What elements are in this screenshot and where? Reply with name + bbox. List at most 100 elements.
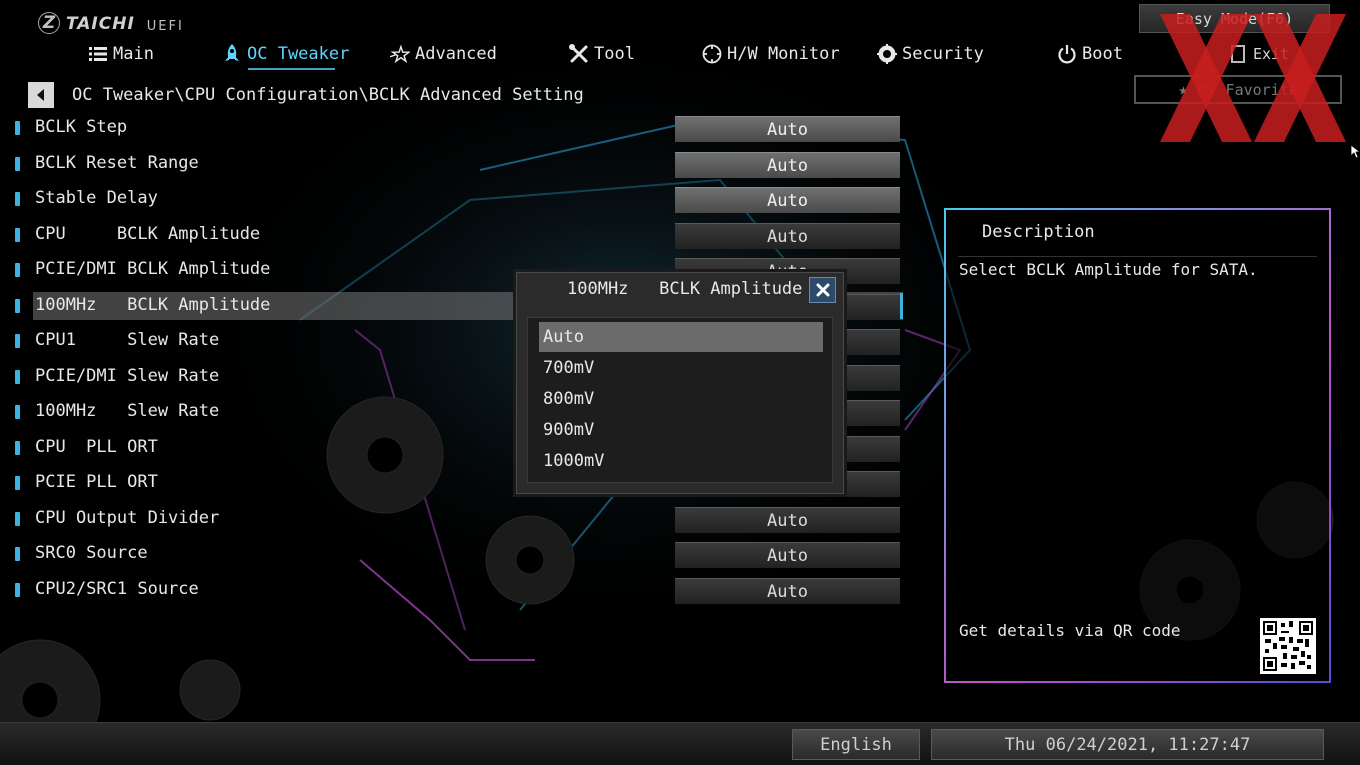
setting-value[interactable]: Auto [675,542,900,568]
exit-door-icon [1230,45,1245,63]
popup-option-900mv[interactable]: 900mV [539,415,823,445]
qr-code-icon [1263,621,1313,671]
setting-label: 100MHz Slew Rate [35,401,220,421]
row-bullet-icon [15,441,20,455]
monitor-icon [702,44,722,64]
datetime-display: Thu 06/24/2021, 11:27:47 [931,729,1324,760]
exit-button[interactable]: Exit [1190,40,1330,68]
popup-title: 100MHz BCLK Amplitude [567,279,803,299]
brand-logo: Z TAICHI UEFI [38,10,184,34]
tab-tool[interactable]: Tool [569,40,635,68]
row-bullet-icon [15,121,20,135]
tab-main-label: Main [113,44,154,64]
setting-value[interactable]: Auto [675,507,900,533]
row-bullet-icon [15,476,20,490]
setting-label: CPU Output Divider [35,508,220,528]
popup-close-button[interactable] [809,277,836,303]
status-bar: English Thu 06/24/2021, 11:27:47 [0,722,1360,765]
row-bullet-icon [15,299,20,313]
tab-advanced-label: Advanced [415,44,497,64]
tab-hw-monitor[interactable]: H/W Monitor [702,40,840,68]
row-bullet-icon [15,192,20,206]
tab-oc-tweaker[interactable]: OC Tweaker [222,40,350,70]
setting-label: 100MHz BCLK Amplitude [35,295,271,315]
brand-name: TAICHI [66,14,135,34]
popup-option-700mv[interactable]: 700mV [539,353,823,383]
tab-hw-monitor-label: H/W Monitor [727,44,840,64]
setting-value[interactable]: Auto [675,223,900,249]
tab-main[interactable]: Main [88,40,154,68]
setting-label: BCLK Step [35,117,128,137]
description-title: Description [982,222,1095,242]
setting-row-stable-delay[interactable]: Stable Delay Auto [0,184,905,214]
setting-label: PCIE/DMI Slew Rate [35,366,220,386]
setting-value[interactable]: Auto [675,578,900,604]
rocket-icon [222,44,242,64]
row-bullet-icon [15,512,20,526]
setting-label: PCIE/DMI BCLK Amplitude [35,259,271,279]
popup-option-1000mv[interactable]: 1000mV [539,446,823,476]
description-divider [958,256,1317,257]
qr-code [1260,618,1316,674]
brand-suffix: UEFI [146,19,184,34]
setting-label: CPU1 Slew Rate [35,330,220,350]
setting-row-bclk-reset-range[interactable]: BCLK Reset Range Auto [0,149,905,179]
back-button[interactable] [28,82,54,108]
setting-label: CPU PLL ORT [35,437,158,457]
setting-label: CPU BCLK Amplitude [35,224,261,244]
shield-icon [877,44,897,64]
close-icon [816,283,829,297]
mouse-cursor-icon [1351,145,1360,159]
tools-icon [569,44,589,64]
selection-indicator [900,293,903,319]
row-bullet-icon [15,370,20,384]
row-bullet-icon [15,228,20,242]
power-icon [1057,44,1077,64]
row-bullet-icon [15,405,20,419]
qr-code-caption: Get details via QR code [959,621,1181,640]
tab-tool-label: Tool [594,44,635,64]
active-tab-underline [248,68,336,70]
description-text: Select BCLK Amplitude for SATA. [959,260,1258,279]
setting-value[interactable]: Auto [675,116,900,142]
row-bullet-icon [15,583,20,597]
setting-label: Stable Delay [35,188,158,208]
row-bullet-icon [15,263,20,277]
setting-label: CPU2/SRC1 Source [35,579,199,599]
tab-boot[interactable]: Boot [1057,40,1123,68]
back-arrow-icon [37,89,44,101]
description-panel: Description Select BCLK Amplitude for SA… [944,208,1331,683]
setting-row-src0-source[interactable]: SRC0 Source Auto [0,539,905,569]
setting-label: PCIE PLL ORT [35,472,158,492]
option-popup: 100MHz BCLK Amplitude Auto 700mV 800mV 9… [516,272,844,494]
breadcrumb-path: OC Tweaker\CPU Configuration\BCLK Advanc… [72,85,584,105]
setting-row-cpu-bclk-amplitude[interactable]: CPU BCLK Amplitude Auto [0,220,905,250]
tab-security[interactable]: Security [877,40,984,68]
main-navigation: Main OC Tweaker Advanced Tool H/W Monito… [0,40,1360,70]
setting-value[interactable]: Auto [675,152,900,178]
exit-label: Exit [1252,45,1290,63]
row-bullet-icon [15,334,20,348]
row-bullet-icon [15,547,20,561]
language-button[interactable]: English [792,729,920,760]
my-favorite-button[interactable]: ★ My Favorite [1134,75,1342,104]
popup-option-list: Auto 700mV 800mV 900mV 1000mV [527,317,833,483]
tab-oc-tweaker-label: OC Tweaker [247,44,350,64]
my-favorite-label: My Favorite [1198,80,1298,99]
easy-mode-button[interactable]: Easy Mode(F6) [1139,4,1330,33]
setting-value[interactable]: Auto [675,187,900,213]
tab-advanced[interactable]: Advanced [390,40,497,68]
popup-option-auto[interactable]: Auto [539,322,823,352]
star-icon: ★ [1178,79,1189,100]
taichi-logo-icon: Z [38,12,60,34]
star-icon [390,44,410,64]
setting-label: SRC0 Source [35,543,148,563]
tab-boot-label: Boot [1082,44,1123,64]
setting-row-cpu2-src1-source[interactable]: CPU2/SRC1 Source Auto [0,575,905,605]
tab-security-label: Security [902,44,984,64]
setting-row-cpu-output-divider[interactable]: CPU Output Divider Auto [0,504,905,534]
row-bullet-icon [15,157,20,171]
setting-row-bclk-step[interactable]: BCLK Step Auto [0,113,905,143]
list-icon [88,44,108,64]
popup-option-800mv[interactable]: 800mV [539,384,823,414]
